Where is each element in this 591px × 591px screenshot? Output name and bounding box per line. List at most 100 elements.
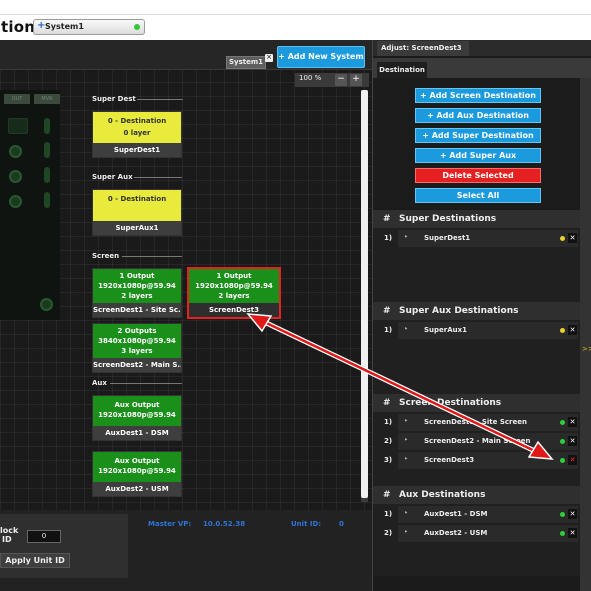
box-name: SuperDest1: [93, 143, 181, 157]
row-box[interactable]: ‣ SuperAux1 ✕: [398, 322, 578, 339]
box-name: ScreenDest1 - Site Sc...: [93, 303, 181, 317]
connector-icon: [9, 195, 22, 208]
canvas-toolbar: System1 × + Add New System: [0, 40, 372, 70]
box-line: 0 - Destination: [107, 195, 167, 203]
canvas-scrollbar[interactable]: [361, 90, 368, 502]
output-pill[interactable]: [44, 118, 50, 134]
remove-icon[interactable]: ✕: [568, 436, 577, 446]
section-divider: [134, 177, 182, 178]
super-destinations-list: 1) ‣ SuperDest1 ✕: [373, 228, 580, 302]
block-label-line: lock: [0, 526, 19, 535]
output-pill[interactable]: [44, 192, 50, 208]
status-dot-icon: [560, 439, 565, 444]
action-buttons: + Add Screen Destination + Add Aux Desti…: [373, 78, 580, 208]
row-box[interactable]: ‣ AuxDest1 - DSM ✕: [398, 506, 578, 523]
row-box[interactable]: ‣ ScreenDest3 ✕: [398, 452, 578, 469]
remove-icon[interactable]: ✕: [568, 528, 577, 538]
output-pill[interactable]: [44, 142, 50, 158]
row-index: 2): [384, 529, 393, 537]
list-item[interactable]: 1) ‣ SuperDest1 ✕: [373, 230, 580, 248]
list-item[interactable]: 1) ‣ AuxDest1 - DSM ✕: [373, 506, 580, 524]
caret-icon[interactable]: ‣: [404, 509, 408, 517]
zoom-in-button[interactable]: +: [350, 74, 362, 86]
remove-icon[interactable]: ✕: [568, 233, 577, 243]
master-vp-value: 10.0.52.38: [203, 520, 246, 528]
caret-icon[interactable]: ‣: [404, 325, 408, 333]
status-dot-icon: [560, 531, 565, 536]
status-dot-icon: [134, 24, 140, 30]
caret-icon[interactable]: ‣: [404, 528, 408, 536]
expand-arrow-icon[interactable]: >>: [582, 345, 591, 353]
section-label-super-dest: Super Dest: [92, 95, 136, 103]
destination-canvas[interactable]: System1 × + Add New System 100 % − + OUT…: [0, 40, 372, 510]
add-super-destination-button[interactable]: + Add Super Destination: [415, 128, 541, 143]
dest-box-screendest1[interactable]: 1 Output 1920x1080p@59.94 2 layers Scree…: [92, 268, 182, 318]
delete-selected-button[interactable]: Delete Selected: [415, 168, 541, 183]
caret-icon[interactable]: ‣: [404, 436, 408, 444]
remove-icon[interactable]: ✕: [568, 509, 577, 519]
system-selector-tab[interactable]: + System1: [33, 19, 145, 35]
row-name: ScreenDest3: [424, 456, 475, 464]
remove-icon[interactable]: ✕: [568, 417, 577, 427]
dest-box-screendest2[interactable]: 2 Outputs 3840x1080p@59.94 3 layers Scre…: [92, 323, 182, 373]
row-index: 3): [384, 456, 393, 464]
list-item[interactable]: 2) ‣ AuxDest2 - USM ✕: [373, 525, 580, 543]
row-box[interactable]: ‣ SuperDest1 ✕: [398, 230, 578, 247]
box-line: 1 Output: [216, 272, 252, 280]
box-line: 1920x1080p@59.94: [98, 282, 176, 290]
row-index: 2): [384, 437, 393, 445]
add-new-system-button[interactable]: + Add New System: [277, 46, 365, 68]
add-super-aux-button[interactable]: + Add Super Aux: [415, 148, 541, 163]
output-pill[interactable]: [44, 167, 50, 183]
output-side-panel: OUT MVR: [0, 90, 60, 320]
dest-box-superaux1[interactable]: 0 - Destination SuperAux1: [92, 189, 182, 236]
section-label-screen: Screen: [92, 252, 120, 260]
dest-box-auxdest2[interactable]: Aux Output 1920x1080p@59.94 AuxDest2 - U…: [92, 451, 182, 497]
row-name: AuxDest1 - DSM: [424, 510, 488, 518]
box-name: AuxDest1 - DSM: [93, 426, 181, 440]
list-item[interactable]: 1) ‣ SuperAux1 ✕: [373, 322, 580, 340]
caret-icon[interactable]: ‣: [404, 233, 408, 241]
add-screen-destination-button[interactable]: + Add Screen Destination: [415, 88, 541, 103]
canvas-system-tab[interactable]: System1: [226, 56, 266, 69]
dest-box-screendest3[interactable]: 1 Output 1920x1080p@59.94 2 layers Scree…: [187, 267, 281, 319]
connector-icon: [9, 145, 22, 158]
row-index: 1): [384, 418, 393, 426]
row-box[interactable]: ‣ ScreenDest1 - Site Screen ✕: [398, 414, 578, 431]
status-dot-icon: [560, 458, 565, 463]
close-icon[interactable]: ×: [265, 54, 273, 62]
hash-icon: #: [383, 398, 391, 408]
caret-icon[interactable]: ‣: [404, 417, 408, 425]
adjust-tab[interactable]: Adjust: ScreenDest3: [377, 41, 469, 56]
row-index: 1): [384, 326, 393, 334]
box-name: ScreenDest2 - Main S...: [93, 358, 181, 372]
screen-destinations-list: 1) ‣ ScreenDest1 - Site Screen ✕ 2) ‣ Sc…: [373, 412, 580, 486]
apply-unit-id-button[interactable]: Apply Unit ID: [0, 553, 70, 568]
row-box[interactable]: ‣ AuxDest2 - USM ✕: [398, 525, 578, 542]
list-item[interactable]: 3) ‣ ScreenDest3 ✕: [373, 452, 580, 470]
list-item[interactable]: 1) ‣ ScreenDest1 - Site Screen ✕: [373, 414, 580, 432]
dest-box-superdest1[interactable]: 0 - Destination 0 layer SuperDest1: [92, 111, 182, 158]
box-line: 0 layer: [123, 129, 151, 137]
unit-id-input[interactable]: 0: [27, 530, 61, 543]
tab-destination[interactable]: Destination: [377, 62, 427, 78]
section-label-super-aux: Super Aux: [92, 173, 133, 181]
output-tile[interactable]: [8, 118, 28, 134]
section-divider: [110, 383, 182, 384]
scrollbar-thumb[interactable]: [361, 90, 368, 498]
box-line: 3840x1080p@59.94: [98, 337, 176, 345]
zoom-level: 100 %: [299, 74, 322, 82]
remove-icon[interactable]: ✕: [568, 325, 577, 335]
remove-icon[interactable]: ✕: [568, 455, 577, 465]
select-all-button[interactable]: Select All: [415, 188, 541, 203]
block-id-label: lock ID: [0, 526, 18, 544]
row-box[interactable]: ‣ ScreenDest2 - Main Screen ✕: [398, 433, 578, 450]
add-aux-destination-button[interactable]: + Add Aux Destination: [415, 108, 541, 123]
dest-box-auxdest1[interactable]: Aux Output 1920x1080p@59.94 AuxDest1 - D…: [92, 395, 182, 441]
panel-scrollbar[interactable]: [580, 78, 591, 591]
zoom-out-button[interactable]: −: [335, 74, 347, 86]
caret-icon[interactable]: ‣: [404, 455, 408, 463]
status-dot-icon: [560, 328, 565, 333]
row-name: SuperAux1: [424, 326, 468, 334]
list-item[interactable]: 2) ‣ ScreenDest2 - Main Screen ✕: [373, 433, 580, 451]
